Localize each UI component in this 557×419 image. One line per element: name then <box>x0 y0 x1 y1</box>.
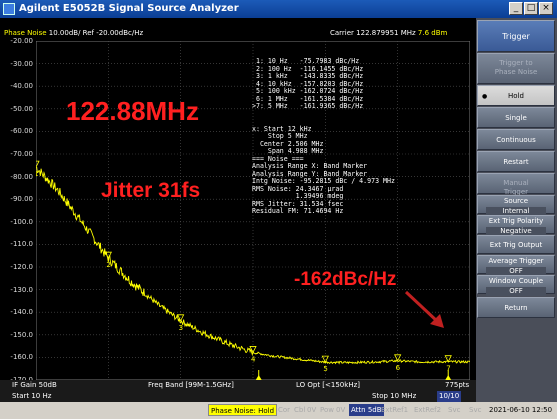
softkey-menu: Trigger Trigger to Phase Noise ● Hold Single… <box>476 18 557 402</box>
mode-status: Phase Noise: Hold <box>208 404 278 416</box>
footer-bar-1: IF Gain 50dB Freq Band [99M-1.5GHz] LO O… <box>0 380 476 391</box>
softkey-label: Manual <box>503 179 529 187</box>
datetime: 2021-06-10 12:50 <box>489 406 553 414</box>
marker-list: 1: 10 Hz -75.7983 dBc/Hz 2: 100 Hz -116.… <box>252 57 395 111</box>
close-button[interactable]: × <box>539 2 553 15</box>
marker-label: 2 <box>106 261 110 269</box>
app-logo-icon <box>3 3 15 15</box>
softkey-label: Ext Trig Output <box>489 241 543 249</box>
y-tick-label: -80.00 <box>10 172 33 181</box>
app-window: Agilent E5052B Signal Source Analyzer _ … <box>0 0 557 419</box>
marker-label: 6 <box>396 364 401 372</box>
footer-bar-2: Start 10 Hz Stop 10 MHz 10/10 <box>0 391 476 402</box>
marker-row: >7: 5 MHz -161.9365 dBc/Hz <box>252 102 395 111</box>
lo-opt: LO Opt [<150kHz] <box>296 381 360 389</box>
y-tick-label: -130.0 <box>10 285 33 294</box>
status-bar: Phase Noise: Hold Cor Cbl 0V Pow 0V Attn 5dB E… <box>0 402 557 419</box>
marker-value: -161.9365 dBc/Hz <box>299 102 364 110</box>
softkey-ext-trig-output[interactable]: Ext Trig Output <box>477 235 555 254</box>
status-indicator: 0V <box>307 406 317 414</box>
y-tick-label: -150.0 <box>10 330 33 339</box>
marker-num: >7: <box>252 102 264 110</box>
status-indicator: Cor <box>278 406 291 414</box>
marker-label: 4 <box>251 355 256 363</box>
y-tick-label: -100.0 <box>10 217 33 226</box>
status-indicator: ExtRef1 <box>381 406 409 414</box>
softkey-label: Hold <box>508 92 524 100</box>
softkey-label: Continuous <box>496 136 536 144</box>
softkey-source[interactable]: Source Internal <box>477 195 555 216</box>
if-gain: IF Gain 50dB <box>12 381 57 389</box>
freq-band: Freq Band [99M-1.5GHz] <box>148 381 234 389</box>
y-tick-label: -70.00 <box>10 150 33 158</box>
minimize-button[interactable]: _ <box>509 2 523 15</box>
status-indicator: Svc <box>448 406 461 414</box>
marker-label: 1 <box>36 170 38 178</box>
softkey-label: Window Couple <box>488 277 544 285</box>
softkey-label: Trigger to <box>499 59 533 67</box>
softkey-label: Return <box>504 304 528 312</box>
selected-dot-icon: ● <box>482 93 488 100</box>
y-tick-label: -140.0 <box>10 308 33 317</box>
measurement-screen: Phase Noise 10.00dB/ Ref -20.00dBc/Hz Ca… <box>0 18 476 402</box>
y-tick-label: -20.00 <box>10 37 33 45</box>
y-tick-label: -120.0 <box>10 263 33 271</box>
softkey-manual[interactable]: Manual Trigger <box>477 173 555 196</box>
softkey-label: Source <box>503 197 529 205</box>
stop-freq: Stop 10 MHz <box>372 392 417 400</box>
start-freq: Start 10 Hz <box>12 392 52 400</box>
channel-header: Phase Noise 10.00dB/ Ref -20.00dBc/Hz <box>4 29 143 37</box>
frequency-annotation: 122.88MHz <box>66 96 199 126</box>
carrier-frequency: Carrier 122.879951 MHz <box>330 29 416 37</box>
sweep-count: 10/10 <box>437 391 462 402</box>
y-tick-label: -110.0 <box>10 240 33 249</box>
softkey-label: Ext Trig Polarity <box>488 217 544 225</box>
y-tick-label: -30.00 <box>10 59 33 68</box>
analysis-list: x: Start 12 kHz Stop 5 MHz Center 2.506 … <box>252 125 395 216</box>
softkey-window-couple[interactable]: Window Couple OFF <box>477 275 555 296</box>
y-tick-label: -40.00 <box>10 82 33 91</box>
y-tick-label: -60.00 <box>10 127 33 136</box>
softkey-return[interactable]: Return <box>477 297 555 318</box>
marker-label: 3 <box>179 324 183 332</box>
marker-panel: 1: 10 Hz -75.7983 dBc/Hz 2: 100 Hz -116.… <box>252 43 395 231</box>
softkey-label: Restart <box>503 158 529 166</box>
status-indicator: 0V <box>336 406 346 414</box>
softkey-continuous[interactable]: Continuous <box>477 129 555 150</box>
analysis-line: Residual FM: 71.4694 Hz <box>252 207 344 215</box>
softkey-trigger-to[interactable]: Trigger to Phase Noise <box>477 53 555 84</box>
carrier-readout: Carrier 122.879951 MHz 7.6 dBm <box>330 29 447 37</box>
window-title: Agilent E5052B Signal Source Analyzer <box>19 3 239 14</box>
points: 775pts <box>445 381 470 389</box>
y-tick-label: -90.00 <box>10 195 33 204</box>
softkey-value: OFF <box>486 287 546 296</box>
y-tick-label: -160.0 <box>10 353 33 362</box>
trace-label: Phase Noise <box>4 29 47 37</box>
softkey-average-trigger[interactable]: Average Trigger OFF <box>477 255 555 276</box>
carrier-power: 7.6 dBm <box>417 29 448 37</box>
title-bar: Agilent E5052B Signal Source Analyzer _ … <box>0 0 557 18</box>
softkey-label: Single <box>505 114 527 122</box>
trace-scale: 10.00dB/ Ref -20.00dBc/Hz <box>48 29 144 37</box>
status-indicator: Svc <box>469 406 482 414</box>
softkey-label: Average Trigger <box>488 257 544 265</box>
softkey-ext-trig-polarity[interactable]: Ext Trig Polarity Negative <box>477 215 555 236</box>
softkey-restart[interactable]: Restart <box>477 151 555 172</box>
marker-label: 5 <box>323 365 327 373</box>
maximize-button[interactable]: □ <box>524 2 538 15</box>
floor-arrow-icon <box>404 290 444 328</box>
y-tick-label: -50.00 <box>10 104 33 113</box>
marker-freq: 5 MHz <box>263 102 300 110</box>
menu-title: Trigger <box>477 20 555 52</box>
floor-annotation: -162dBc/Hz <box>294 269 397 290</box>
softkey-label-line2: Phase Noise <box>494 68 538 76</box>
jitter-annotation: Jitter 31fs <box>101 179 201 202</box>
status-indicator: ExtRef2 <box>414 406 442 414</box>
softkey-hold[interactable]: ● Hold <box>477 85 555 106</box>
softkey-single[interactable]: Single <box>477 107 555 128</box>
